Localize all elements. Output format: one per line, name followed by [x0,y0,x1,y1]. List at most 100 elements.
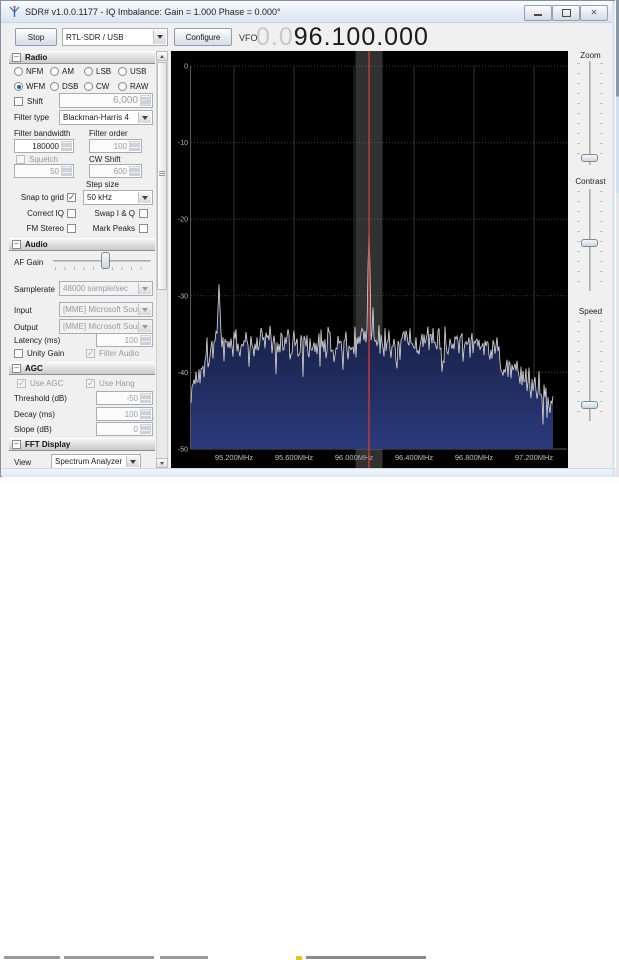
snap-to-grid-label: Snap to grid [14,193,64,202]
fft-panel-header[interactable]: – FFT Display [9,438,155,451]
scroll-up-button[interactable] [156,51,168,61]
mode-radio-dsb[interactable] [50,82,59,91]
stop-button[interactable]: Stop [15,28,57,46]
filter-bandwidth-spinner[interactable]: 180000 [14,139,74,153]
af-gain-label: AF Gain [14,258,43,267]
arrow-up-icon [160,55,164,58]
zoom-slider-track[interactable] [589,61,591,165]
svg-text:-50: -50 [178,447,188,454]
agc-panel-header[interactable]: – AGC [9,362,155,375]
decay-spinner[interactable]: 100 [96,407,153,421]
decay-label: Decay (ms) [14,410,55,419]
svg-text:95.600MHz: 95.600MHz [275,453,314,462]
vfo-frequency-dim-digits: 0.0 [256,23,294,51]
zoom-slider-thumb[interactable] [581,154,598,162]
mode-label-usb: USB [130,67,146,76]
input-select[interactable]: [MME] Microsoft Sound [59,302,153,317]
squelch-checkbox[interactable] [16,155,25,164]
view-value: Spectrum Analyzer [55,457,122,466]
chevron-down-icon [126,456,139,467]
filter-order-value: 100 [114,142,127,151]
spinner-arrows-icon[interactable] [140,95,151,106]
unity-gain-checkbox[interactable] [14,349,23,358]
slope-spinner[interactable]: 0 [96,422,153,436]
threshold-spinner[interactable]: -50 [96,391,153,405]
radio-panel-header[interactable]: – Radio [9,51,155,64]
use-agc-label: Use AGC [30,379,63,388]
swap-iq-label: Swap I & Q [89,209,135,218]
slope-value: 0 [134,425,138,434]
mode-radio-cw[interactable] [84,82,93,91]
shift-value-spinner[interactable]: 6,000 [59,93,153,108]
samplerate-select[interactable]: 48000 sample/sec [59,281,153,296]
squelch-spinner[interactable]: 50 [14,164,74,178]
chevron-down-icon [138,321,151,332]
correct-iq-label: Correct IQ [14,209,64,218]
spectrum-analyzer-plot[interactable]: 95.200MHz95.600MHz96.000MHz96.400MHz96.8… [171,51,568,468]
minimize-button[interactable] [524,5,552,21]
filter-type-select[interactable]: Blackman-Harris 4 [59,110,153,125]
filter-order-spinner[interactable]: 100 [89,139,142,153]
cw-shift-spinner[interactable]: 600 [89,164,142,178]
af-gain-slider-thumb[interactable] [101,252,110,269]
desktop-icon [296,956,302,960]
view-select[interactable]: Spectrum Analyzer [51,454,141,469]
threshold-value: -50 [126,394,138,403]
spinner-arrows-icon[interactable] [140,393,151,403]
audio-panel-header[interactable]: – Audio [9,238,155,251]
desktop-item [4,956,60,959]
app-icon [8,5,21,18]
spinner-arrows-icon[interactable] [140,335,151,345]
maximize-button[interactable] [552,5,580,21]
mode-radio-nfm[interactable] [14,67,23,76]
swap-iq-checkbox[interactable] [139,209,148,218]
svg-text:-30: -30 [178,293,188,300]
spinner-arrows-icon[interactable] [129,166,140,176]
close-button[interactable]: ✕ [580,5,608,21]
use-hang-checkbox[interactable] [86,379,95,388]
use-agc-checkbox[interactable] [17,379,26,388]
mark-peaks-checkbox[interactable] [139,224,148,233]
spinner-arrows-icon[interactable] [61,141,72,151]
mode-radio-usb[interactable] [118,67,127,76]
mode-radio-raw[interactable] [118,82,127,91]
mode-radio-wfm[interactable] [14,82,23,91]
chevron-down-icon [153,30,166,44]
step-size-value: 50 kHz [87,193,112,202]
spectrum-display[interactable]: 95.200MHz95.600MHz96.000MHz96.400MHz96.8… [171,51,568,468]
collapse-icon[interactable]: – [12,240,21,249]
speed-slider-thumb[interactable] [581,401,598,409]
snap-to-grid-checkbox[interactable] [67,193,76,202]
spinner-arrows-icon[interactable] [140,409,151,419]
scrollbar-thumb[interactable] [157,62,167,290]
title-bar[interactable]: SDR# v1.0.0.1177 - IQ Imbalance: Gain = … [1,1,614,23]
configure-button[interactable]: Configure [174,28,232,46]
contrast-slider-thumb[interactable] [581,239,598,247]
shift-checkbox[interactable] [14,97,23,106]
spinner-arrows-icon[interactable] [61,166,72,176]
step-size-select[interactable]: 50 kHz [83,190,153,205]
vfo-frequency-display[interactable]: 0.096.100.000 [256,23,429,52]
scroll-down-button[interactable] [156,458,168,468]
output-select[interactable]: [MME] Microsoft Sound [59,319,153,334]
collapse-icon[interactable]: – [12,440,21,449]
mode-radio-am[interactable] [50,67,59,76]
correct-iq-checkbox[interactable] [67,209,76,218]
device-select[interactable]: RTL-SDR / USB [62,28,168,46]
mode-radio-lsb[interactable] [84,67,93,76]
fm-stereo-checkbox[interactable] [67,224,76,233]
mode-label-dsb: DSB [62,82,78,91]
mode-label-raw: RAW [130,82,148,91]
filter-audio-checkbox[interactable] [86,349,95,358]
spinner-arrows-icon[interactable] [140,424,151,434]
collapse-icon[interactable]: – [12,53,21,62]
app-window: SDR# v1.0.0.1177 - IQ Imbalance: Gain = … [0,0,615,477]
squelch-label: Squelch [29,155,58,164]
speed-slider-label: Speed [568,307,613,316]
contrast-slider-label: Contrast [568,177,613,186]
samplerate-value: 48000 sample/sec [63,284,128,293]
spinner-arrows-icon[interactable] [129,141,140,151]
latency-value: 100 [125,336,138,345]
collapse-icon[interactable]: – [12,364,21,373]
latency-spinner[interactable]: 100 [96,333,153,347]
